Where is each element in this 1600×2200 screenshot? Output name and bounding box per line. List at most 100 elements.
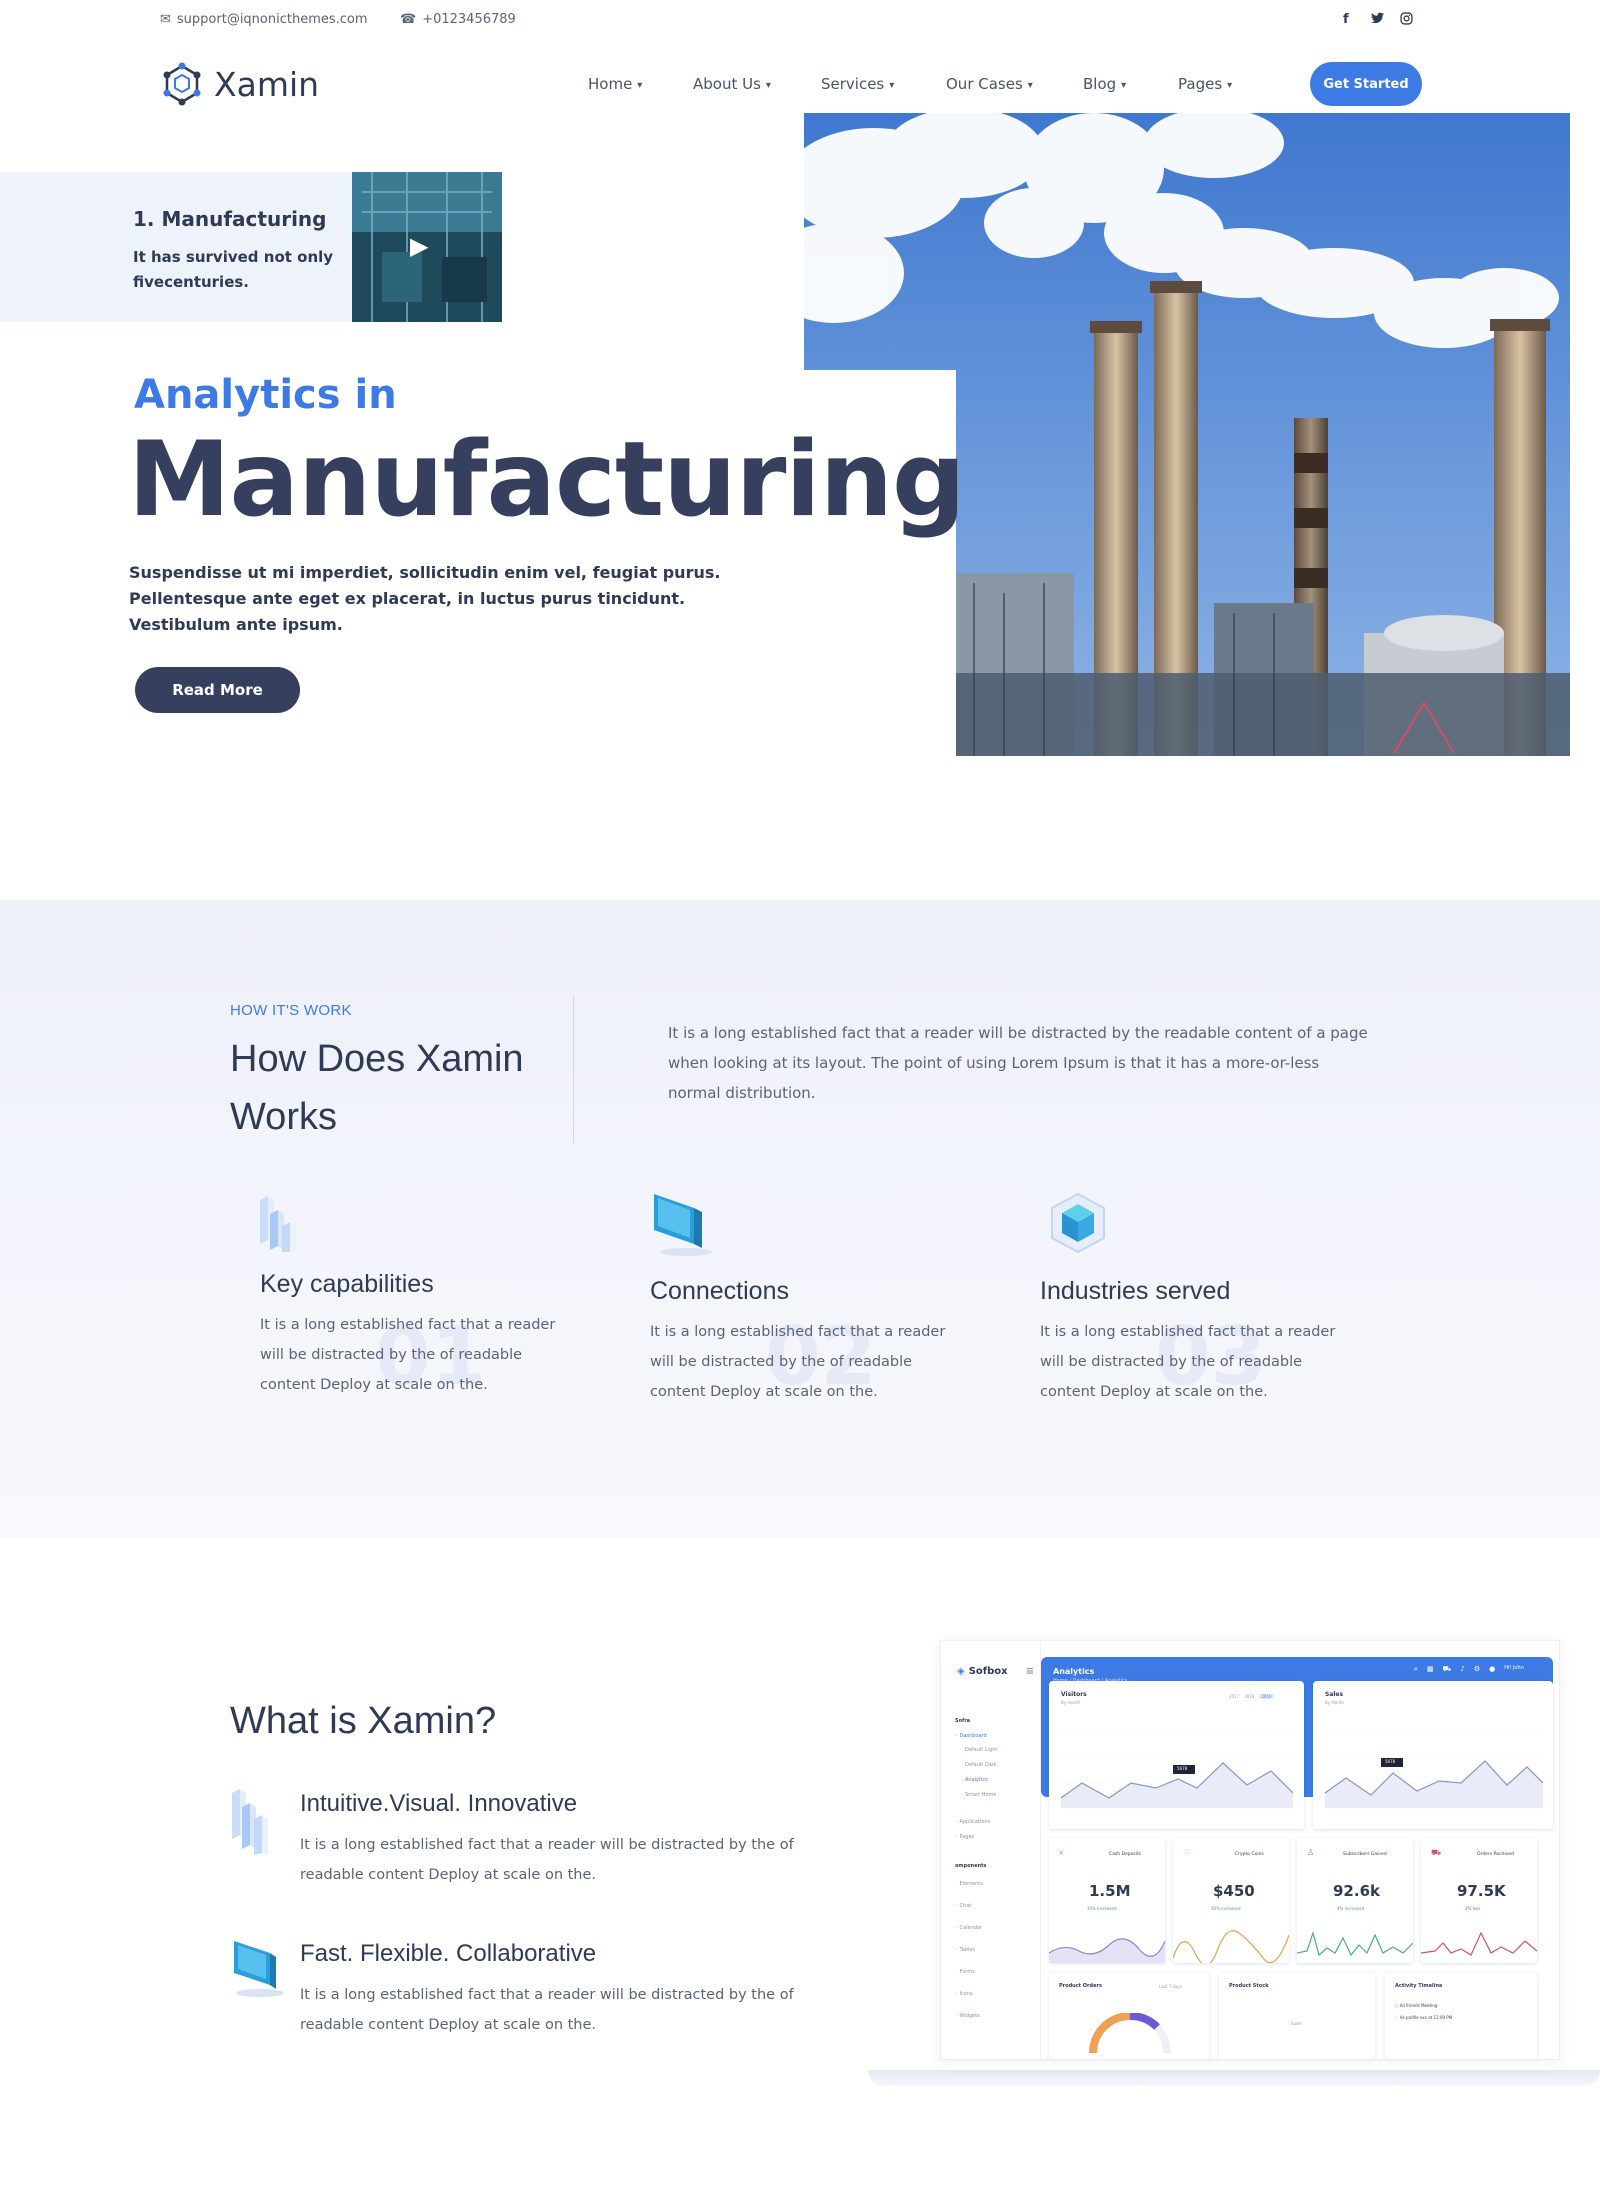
avatar[interactable]: ● — [1489, 1665, 1495, 1674]
monitor-icon — [230, 1935, 286, 2004]
envelope-icon: ✉ — [160, 12, 171, 27]
nav-pages[interactable]: Pages ▾ — [1178, 75, 1232, 93]
sidebar-item-elements[interactable]: ◦ Elements — [955, 1881, 983, 1887]
nav-about-us[interactable]: About Us ▾ — [693, 75, 771, 93]
sidebar-item-label: Icons — [959, 1991, 973, 1997]
sidebar-item-label: Calendar — [959, 1925, 983, 1931]
nav-label: Pages — [1178, 75, 1223, 93]
sidebar-item-applications[interactable]: ◦ Applications — [955, 1819, 990, 1825]
nav-blog[interactable]: Blog ▾ — [1083, 75, 1126, 93]
twitter-icon[interactable] — [1371, 12, 1384, 28]
search-icon[interactable]: ⌕ — [1414, 1665, 1418, 1674]
hero-subtitle: Analytics in — [134, 372, 397, 418]
activity-timeline-card: Activity Timeline ○ All friends Meeting … — [1385, 1973, 1537, 2059]
chart-tooltip: 5678 — [1177, 1766, 1188, 1771]
kpi-card: ♡ Crypto Coins $450 30% increased — [1173, 1838, 1289, 1963]
what-item-description: It is a long established fact that a rea… — [300, 1837, 794, 1883]
laptop-base — [868, 2070, 1600, 2086]
sidebar-item-smart-home[interactable]: Smart Home — [965, 1792, 996, 1798]
hero-description: Suspendisse ut mi imperdiet, sollicitudi… — [129, 563, 721, 634]
sidebar-item-dashboard[interactable]: ◦ Dashboard — [955, 1733, 987, 1739]
menu-icon: ≡ — [1025, 1666, 1034, 1677]
timeline-item: ○ Ve profile xxx at 11:00 PM — [1395, 2015, 1453, 2020]
timeline-item: ○ All friends Meeting — [1395, 2003, 1438, 2008]
play-icon[interactable]: ▶ — [410, 232, 428, 261]
settings-icon[interactable]: ⚙ — [1474, 1665, 1480, 1674]
phone-icon: ☎ — [400, 12, 417, 27]
facebook-icon[interactable]: f — [1343, 12, 1349, 27]
get-started-button[interactable]: Get Started — [1310, 62, 1422, 106]
bar-chart-icon — [230, 1785, 286, 1860]
what-item-title: Intuitive.Visual. Innovative — [300, 1790, 578, 1817]
nav-label: Blog — [1083, 75, 1117, 93]
timeline-text: All friends Meeting — [1399, 2003, 1438, 2008]
dashboard-brand-name: Sofbox — [968, 1666, 1008, 1677]
sidebar-item-forms[interactable]: ◦ Forms — [955, 1969, 975, 1975]
kpi-value: 1.5M — [1089, 1882, 1131, 1900]
nav-home[interactable]: Home ▾ — [588, 75, 642, 93]
heart-icon: ♡ — [1183, 1848, 1191, 1857]
sidebar-item-default-dark[interactable]: Default Dark — [965, 1762, 997, 1768]
sidebar-item-chat[interactable]: ◦ Chat — [955, 1903, 971, 1909]
email-text: support@iqnonicthemes.com — [176, 12, 368, 27]
kpi-sparkline — [1421, 1931, 1537, 1956]
nav-label: Home — [588, 75, 633, 93]
chevron-down-icon: ▾ — [637, 79, 643, 91]
video-thumbnail[interactable]: ▶ — [352, 172, 502, 322]
brand-logo[interactable]: Xamin — [160, 60, 319, 108]
grid-icon[interactable]: ▦ — [1427, 1665, 1434, 1674]
cart-icon[interactable]: ⛟ — [1443, 1665, 1452, 1674]
search-icon: ⌕ — [1059, 1848, 1064, 1857]
product-stock-card: Product Stock Sales — [1219, 1973, 1375, 2059]
kpi-card: ⛟ Orders Received 97.5K 2% loss — [1421, 1838, 1537, 1963]
chevron-down-icon: ▾ — [1121, 79, 1127, 91]
kpi-change: 4% increased — [1337, 1906, 1365, 1911]
card-title: Activity Timeline — [1395, 1983, 1443, 1989]
chart-title: Visitors — [1061, 1691, 1087, 1698]
filter-dropdown[interactable]: Last 7 days — [1159, 1984, 1182, 1989]
nav-our-cases[interactable]: Our Cases ▾ — [946, 75, 1033, 93]
year-tab[interactable]: 2019 — [1259, 1694, 1274, 1699]
nav-label: Our Cases — [946, 75, 1023, 93]
chevron-down-icon: ▾ — [1027, 79, 1033, 91]
instagram-icon[interactable] — [1400, 12, 1413, 29]
nav-services[interactable]: Services ▾ — [821, 75, 894, 93]
sidebar-item-icons[interactable]: ◦ Icons — [955, 1991, 973, 1997]
feature-description: It is a long established fact that a rea… — [260, 1317, 556, 1393]
sidebar-item-tables[interactable]: ◦ Tables — [955, 1947, 975, 1953]
sidebar-item-default-light[interactable]: Default Light — [965, 1747, 997, 1753]
dashboard-toolbar: ⌕ ▦ ⛟ ♪ ⚙ ● Hi! John — [1414, 1665, 1524, 1674]
dashboard-brand: ◈ Sofbox ≡ — [957, 1666, 1034, 1677]
kpi-change: 10% increased — [1087, 1906, 1117, 1911]
sidebar-item-label: Dashboard — [959, 1733, 987, 1739]
chart-year-tabs: 2017 2018 2019 — [1229, 1694, 1274, 1699]
feature-title: Key capabilities — [260, 1270, 434, 1298]
dashboard-page-title: Analytics — [1053, 1667, 1095, 1676]
chart-title: Sales — [1325, 1691, 1344, 1698]
hexagon-logo-icon — [163, 62, 201, 106]
kpi-label: Crypto Coins — [1235, 1852, 1264, 1857]
contact-phone[interactable]: ☎ +0123456789 — [400, 12, 516, 27]
logo-icon: ◈ — [957, 1666, 965, 1677]
year-tab[interactable]: 2017 — [1229, 1694, 1239, 1699]
timeline-text: Ve profile xxx at 11:00 PM — [1399, 2015, 1453, 2020]
kpi-label: Subscribers Gained — [1343, 1852, 1387, 1857]
dashboard-mockup: ◈ Sofbox ≡ Sofra ◦ Dashboard Default Lig… — [940, 1640, 1560, 2060]
bell-icon[interactable]: ♪ — [1460, 1665, 1464, 1674]
sidebar-item-label: Elements — [959, 1881, 983, 1887]
chart-subtitle: By Month — [1325, 1700, 1344, 1705]
bar-chart-icon — [258, 1190, 320, 1252]
contact-email[interactable]: ✉ support@iqnonicthemes.com — [160, 12, 368, 27]
what-item-description: It is a long established fact that a rea… — [300, 1987, 794, 2033]
stock-label: Sales — [1291, 2021, 1302, 2026]
year-tab[interactable]: 2018 — [1244, 1694, 1254, 1699]
sidebar-item-pages[interactable]: ◦ Pages — [955, 1834, 974, 1840]
read-more-button[interactable]: Read More — [135, 667, 300, 713]
sidebar-item-analytics[interactable]: Analytics — [965, 1777, 988, 1783]
sidebar-item-label: Applications — [959, 1819, 991, 1825]
what-item-title: Fast. Flexible. Collaborative — [300, 1940, 597, 1967]
kpi-value: $450 — [1213, 1882, 1255, 1900]
sidebar-item-widgets[interactable]: ◦ Widgets — [955, 2013, 980, 2019]
how-it-works-section — [0, 900, 1600, 1538]
sidebar-item-calendar[interactable]: ◦ Calendar — [955, 1925, 982, 1931]
